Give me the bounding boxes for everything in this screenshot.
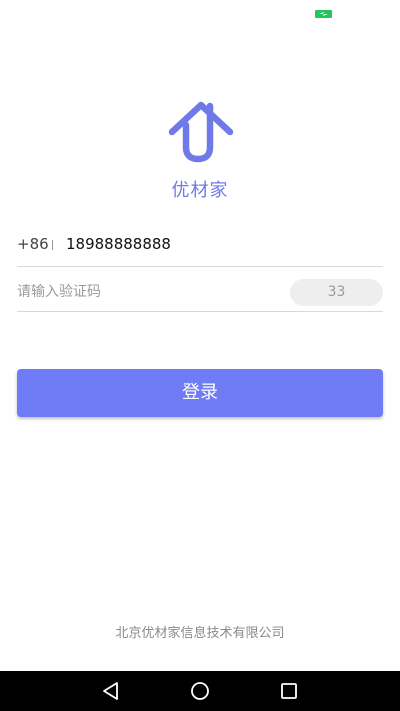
company-name: 北京优材家信息技术有限公司 bbox=[115, 626, 285, 641]
login-screen: 优材家 +86 33 登录 北京优材家信息技术有限公司 bbox=[0, 0, 400, 711]
status-bar bbox=[0, 0, 400, 26]
charging-battery-icon bbox=[315, 10, 332, 18]
recent-apps-square-icon[interactable] bbox=[278, 680, 300, 702]
country-code[interactable]: +86 bbox=[17, 235, 49, 253]
house-arrow-logo-icon bbox=[168, 100, 234, 166]
phone-input[interactable] bbox=[66, 232, 366, 256]
login-button[interactable]: 登录 bbox=[17, 369, 383, 417]
navigation-bar bbox=[0, 671, 400, 711]
country-code-divider bbox=[52, 240, 53, 250]
home-circle-icon[interactable] bbox=[189, 680, 211, 702]
verification-code-input[interactable] bbox=[17, 281, 267, 303]
brand-name: 优材家 bbox=[171, 180, 229, 201]
back-triangle-icon[interactable] bbox=[100, 680, 122, 702]
verification-row: 33 bbox=[17, 270, 383, 312]
phone-row: +86 bbox=[17, 222, 383, 267]
resend-code-countdown-button[interactable]: 33 bbox=[290, 279, 383, 306]
